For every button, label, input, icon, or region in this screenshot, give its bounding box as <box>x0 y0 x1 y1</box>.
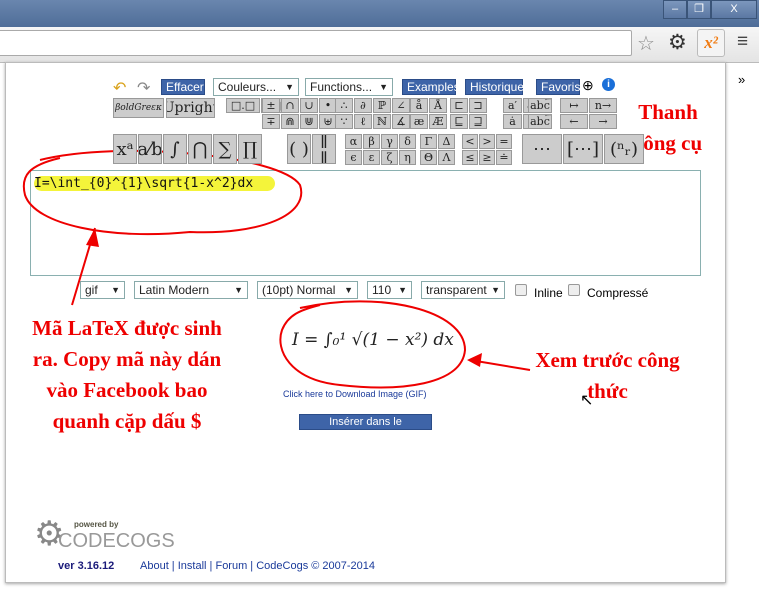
symbol-group: ⊏ ⊐ ⊑ ⊒ <box>450 98 487 129</box>
symbol-button[interactable]: a⁄b <box>138 134 162 164</box>
symbol-button[interactable]: □.□ <box>226 98 260 113</box>
symbol-button[interactable]: ∪ <box>300 98 318 113</box>
symbol-button[interactable]: < <box>462 134 478 149</box>
symbol-button[interactable]: abc͡ <box>528 98 552 113</box>
symbol-button[interactable]: abc͡ <box>528 114 552 129</box>
preview-circle <box>279 300 467 389</box>
symbol-button[interactable]: ⋂ <box>188 134 212 164</box>
symbol-button[interactable]: ⊑ <box>450 114 468 129</box>
symbol-button[interactable]: β <box>363 134 380 149</box>
symbol-group: xᵃ a⁄b ∫ ⋂ ∑ ∏ <box>113 134 262 164</box>
symbol-button[interactable]: ℕ <box>373 114 391 129</box>
symbol-button[interactable]: ± <box>262 98 280 113</box>
symbol-group: ⋯ [⋯] (ⁿᵣ) <box>522 134 644 164</box>
symbol-button[interactable]: ϵ <box>345 150 362 165</box>
symbol-button[interactable]: ℙ <box>373 98 391 113</box>
symbol-button[interactable]: η <box>399 150 416 165</box>
annotation-overlay <box>22 149 531 389</box>
symbol-button[interactable]: ⊒ <box>469 114 487 129</box>
symbol-button[interactable]: ∂ <box>354 98 372 113</box>
symbol-button[interactable]: ⋒ <box>281 114 299 129</box>
symbol-button[interactable]: å <box>410 98 428 113</box>
mouse-cursor-icon: ↖ <box>580 392 594 409</box>
symbol-button[interactable]: ⋓ <box>300 114 318 129</box>
symbol-button[interactable]: ε <box>363 150 380 165</box>
symbol-button[interactable]: ∓ <box>262 114 280 129</box>
symbol-button[interactable]: ⋯ <box>522 134 562 164</box>
symbol-button[interactable]: ∡ <box>392 114 410 129</box>
symbol-group: abc͡ abc͡ <box>528 98 552 129</box>
symbol-button[interactable]: xᵃ <box>113 134 137 164</box>
symbol-button[interactable]: ⊐ <box>469 98 487 113</box>
symbol-group: ΓΔΘΛ <box>420 134 455 165</box>
symbol-button[interactable]: ⊏ <box>450 98 468 113</box>
symbol-button[interactable]: α <box>345 134 362 149</box>
symbol-button[interactable]: ζ <box>381 150 398 165</box>
symbol-button[interactable]: n→ <box>589 98 617 113</box>
symbol-button[interactable]: γ <box>381 134 398 149</box>
symbol-button[interactable]: [⋯] <box>563 134 603 164</box>
symbol-button[interactable]: δ <box>399 134 416 149</box>
latex-annotation: Mã LaTeX được sinh ra. Copy mã này dán v… <box>32 316 222 433</box>
symbol-button[interactable]: Θ <box>420 150 437 165</box>
symbol-button[interactable]: ∫ <box>163 134 187 164</box>
symbol-button[interactable]: Å <box>429 98 447 113</box>
symbol-button[interactable]: ≐ <box>496 150 512 165</box>
symbol-button[interactable]: ȧ <box>503 114 522 129</box>
symbol-group: åÅæÆ <box>410 98 447 129</box>
symbol-button[interactable]: Γ <box>420 134 437 149</box>
symbol-group: ( ) ‖ ‖ <box>287 134 336 164</box>
symbol-button[interactable]: Λ <box>438 150 455 165</box>
symbol-button[interactable]: ∏ <box>238 134 262 164</box>
symbol-button[interactable]: (ⁿᵣ) <box>604 134 644 164</box>
symbol-button[interactable]: Δ <box>438 134 455 149</box>
symbol-group: αβγδ ϵεζη <box>345 134 416 165</box>
symbol-button[interactable]: ℓ <box>354 114 372 129</box>
symbol-button[interactable]: ← <box>560 114 588 129</box>
symbol-button[interactable]: ∵ <box>335 114 353 129</box>
symbol-button[interactable]: ‖ ‖ <box>312 134 336 164</box>
symbol-group: ↦ n→ ← → <box>560 98 617 129</box>
symbol-group: ∴ ∂ ℙ ∠ ∵ ℓ ℕ ∡ <box>335 98 410 129</box>
symbol-group: < > = ≤ ≥ ≐ <box>462 134 512 165</box>
symbol-button[interactable]: ∩ <box>281 98 299 113</box>
symbol-group: ± ∩ ∪ • ∓ ⋒ ⋓ ⊎ <box>262 98 337 129</box>
symbol-button[interactable]: = <box>496 134 512 149</box>
symbol-button[interactable]: ( ) <box>287 134 311 164</box>
symbol-button[interactable]: ∑ <box>213 134 237 164</box>
symbol-button[interactable]: → <box>589 114 617 129</box>
symbol-button[interactable]: æ <box>410 114 428 129</box>
preview-annotation: Xem trước công thức <box>535 348 680 403</box>
symbol-button[interactable]: Æ <box>429 114 447 129</box>
symbol-button[interactable]: ∠ <box>392 98 410 113</box>
symbol-button[interactable]: a′ <box>503 98 522 113</box>
symbol-button[interactable]: ≥ <box>479 150 495 165</box>
symbol-button[interactable]: ∴ <box>335 98 353 113</box>
symbol-button[interactable]: > <box>479 134 495 149</box>
symbol-button[interactable]: ↦ <box>560 98 588 113</box>
symbol-button[interactable]: ≤ <box>462 150 478 165</box>
